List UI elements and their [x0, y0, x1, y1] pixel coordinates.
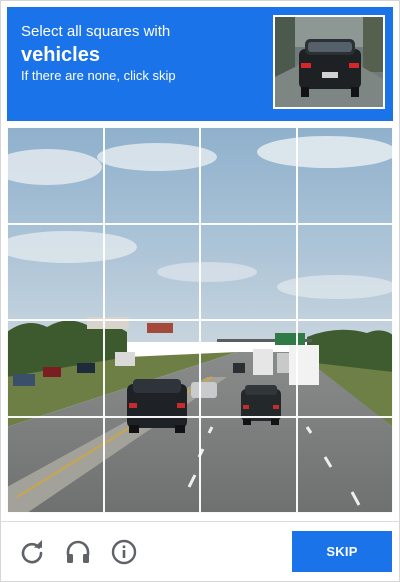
- tile-3-1[interactable]: [7, 320, 104, 417]
- tile-4-1[interactable]: [7, 416, 104, 513]
- footer-divider: [0, 521, 400, 522]
- tile-1-1[interactable]: [7, 127, 104, 224]
- tile-3-4[interactable]: [296, 320, 393, 417]
- tile-3-2[interactable]: [103, 320, 200, 417]
- tile-2-1[interactable]: [7, 223, 104, 320]
- instruction-text: Select all squares with: [21, 23, 171, 40]
- image-grid: [7, 127, 393, 513]
- tile-4-3[interactable]: [200, 416, 297, 513]
- tile-1-2[interactable]: [103, 127, 200, 224]
- target-keyword: vehicles: [21, 44, 100, 66]
- reload-icon[interactable]: [18, 538, 46, 566]
- skip-button[interactable]: SKIP: [292, 531, 392, 572]
- car-rear-photo-icon: [275, 17, 383, 107]
- tile-1-3[interactable]: [200, 127, 297, 224]
- tile-4-4[interactable]: [296, 416, 393, 513]
- tile-2-2[interactable]: [103, 223, 200, 320]
- sample-image: [273, 15, 385, 109]
- tile-2-4[interactable]: [296, 223, 393, 320]
- headphones-icon[interactable]: [64, 538, 92, 566]
- tile-1-4[interactable]: [296, 127, 393, 224]
- instructions-header: Select all squares with vehicles If ther…: [7, 7, 393, 121]
- tile-2-3[interactable]: [200, 223, 297, 320]
- tile-3-3[interactable]: [200, 320, 297, 417]
- info-icon[interactable]: [110, 538, 138, 566]
- tile-4-2[interactable]: [103, 416, 200, 513]
- hint-text: If there are none, click skip: [21, 68, 176, 83]
